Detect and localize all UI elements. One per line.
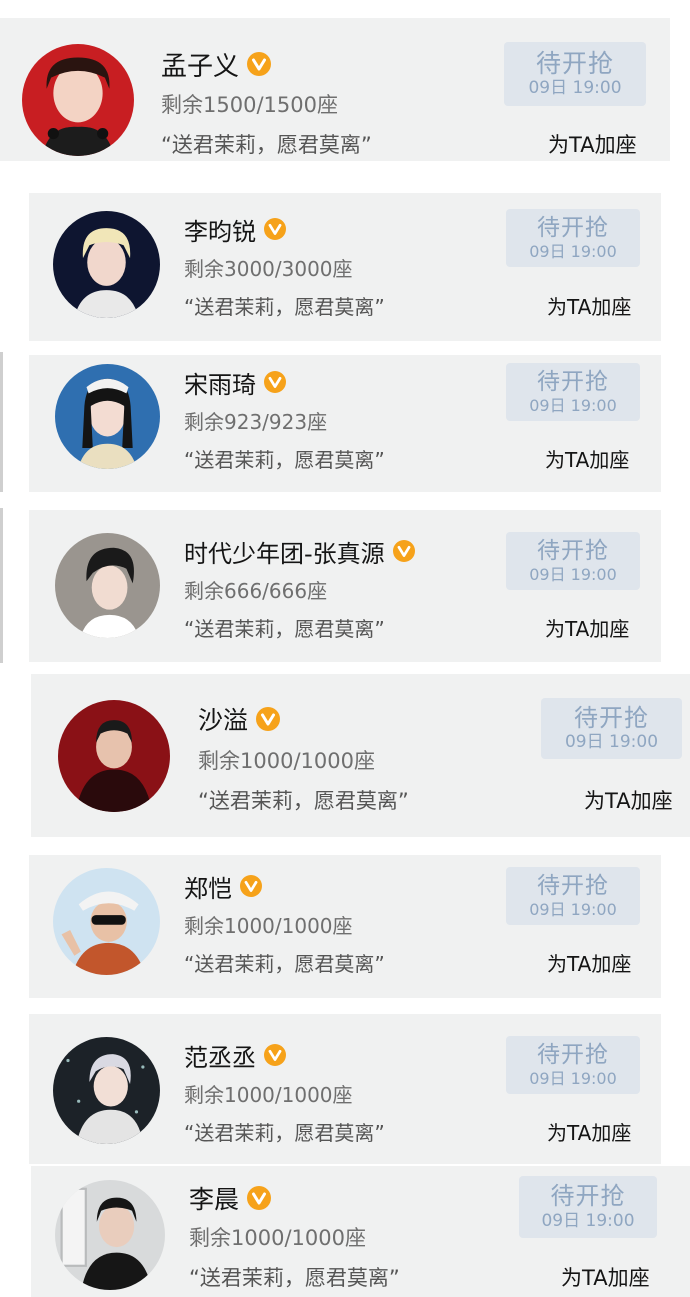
seat-card: 时代少年团-张真源 剩余666/666座 “送君茉莉，愿君莫离” 待开抢 09日… xyxy=(29,510,661,662)
seat-card: 李晨 剩余1000/1000座 “送君茉莉，愿君莫离” 待开抢 09日 19:0… xyxy=(31,1166,690,1297)
add-seat-link[interactable]: 为TA加座 xyxy=(545,613,629,642)
slogan: “送君茉莉，愿君莫离” xyxy=(184,295,385,319)
avatar[interactable] xyxy=(53,1037,160,1144)
button-label: 待开抢 xyxy=(535,48,614,78)
portrait-window-bg-icon xyxy=(55,1180,165,1290)
slogan: “送君茉莉，愿君莫离” xyxy=(184,617,385,641)
button-time: 09日 19:00 xyxy=(541,1210,635,1231)
button-label: 待开抢 xyxy=(537,872,609,899)
verified-badge-icon xyxy=(392,540,415,562)
button-time: 09日 19:00 xyxy=(528,78,622,99)
seat-count: 剩余1000/1000座 xyxy=(198,749,375,773)
slogan: “送君茉莉，愿君莫离” xyxy=(161,133,372,157)
slogan: “送君茉莉，愿君莫离” xyxy=(184,448,385,472)
avatar[interactable] xyxy=(55,1180,165,1290)
button-time: 09日 19:00 xyxy=(529,241,617,261)
name-row: 李昀锐 xyxy=(184,212,286,247)
add-seat-link[interactable]: 为TA加座 xyxy=(561,1262,650,1292)
artist-name[interactable]: 李晨 xyxy=(189,1180,239,1216)
artist-name[interactable]: 范丞丞 xyxy=(184,1038,256,1073)
artist-name[interactable]: 沙溢 xyxy=(198,701,248,737)
add-seat-link[interactable]: 为TA加座 xyxy=(547,291,631,320)
pending-grab-button[interactable]: 待开抢 09日 19:00 xyxy=(506,209,640,267)
portrait-starry-bg-icon xyxy=(53,1037,160,1144)
portrait-red-bg-icon xyxy=(22,44,134,156)
edge-divider xyxy=(0,508,3,663)
button-label: 待开抢 xyxy=(537,1041,609,1068)
pending-grab-button[interactable]: 待开抢 09日 19:00 xyxy=(506,363,640,421)
slogan: “送君茉莉，愿君莫离” xyxy=(184,952,385,976)
seat-count: 剩余1000/1000座 xyxy=(184,914,353,938)
add-seat-link[interactable]: 为TA加座 xyxy=(545,444,629,473)
button-time: 09日 19:00 xyxy=(529,1068,617,1088)
pending-grab-button[interactable]: 待开抢 09日 19:00 xyxy=(541,698,682,759)
add-seat-link[interactable]: 为TA加座 xyxy=(547,948,631,977)
verified-badge-icon xyxy=(240,875,262,897)
name-row: 孟子义 xyxy=(161,46,272,83)
avatar[interactable] xyxy=(58,700,170,812)
slogan: “送君茉莉，愿君莫离” xyxy=(184,1121,385,1145)
artist-name[interactable]: 孟子义 xyxy=(161,46,239,83)
portrait-grey-bg-icon xyxy=(55,533,160,638)
seat-card: 范丞丞 剩余1000/1000座 “送君茉莉，愿君莫离” 待开抢 09日 19:… xyxy=(29,1014,661,1164)
portrait-sunglasses-hat-icon xyxy=(53,868,160,975)
add-seat-link[interactable]: 为TA加座 xyxy=(584,785,673,815)
button-time: 09日 19:00 xyxy=(529,395,617,415)
button-time: 09日 19:00 xyxy=(529,564,617,584)
avatar[interactable] xyxy=(53,211,160,318)
add-seat-link[interactable]: 为TA加座 xyxy=(547,1117,631,1146)
button-label: 待开抢 xyxy=(537,214,609,241)
portrait-blue-bg-icon xyxy=(55,364,160,469)
slogan: “送君茉莉，愿君莫离” xyxy=(198,789,409,813)
seat-count: 剩余666/666座 xyxy=(184,579,328,603)
name-row: 郑恺 xyxy=(184,869,262,904)
avatar[interactable] xyxy=(55,364,160,469)
seat-card: 郑恺 剩余1000/1000座 “送君茉莉，愿君莫离” 待开抢 09日 19:0… xyxy=(29,855,661,998)
artist-name[interactable]: 郑恺 xyxy=(184,869,232,904)
seat-count: 剩余1000/1000座 xyxy=(184,1083,353,1107)
portrait-blond-hair-icon xyxy=(53,211,160,318)
seat-count: 剩余3000/3000座 xyxy=(184,257,353,281)
pending-grab-button[interactable]: 待开抢 09日 19:00 xyxy=(506,1036,640,1094)
name-row: 李晨 xyxy=(189,1180,272,1216)
avatar[interactable] xyxy=(55,533,160,638)
verified-badge-icon xyxy=(264,1044,286,1066)
button-time: 09日 19:00 xyxy=(564,732,659,753)
verified-badge-icon xyxy=(247,1186,272,1210)
pending-grab-button[interactable]: 待开抢 09日 19:00 xyxy=(506,532,640,590)
verified-badge-icon xyxy=(256,707,281,731)
artist-name[interactable]: 李昀锐 xyxy=(184,212,256,247)
avatar[interactable] xyxy=(22,44,134,156)
artist-name[interactable]: 宋雨琦 xyxy=(184,365,256,400)
pending-grab-button[interactable]: 待开抢 09日 19:00 xyxy=(506,867,640,925)
seat-count: 剩余923/923座 xyxy=(184,410,328,434)
button-label: 待开抢 xyxy=(574,703,649,732)
pending-grab-button[interactable]: 待开抢 09日 19:00 xyxy=(504,42,646,106)
pending-grab-button[interactable]: 待开抢 09日 19:00 xyxy=(519,1176,657,1238)
button-label: 待开抢 xyxy=(537,368,609,395)
name-row: 沙溢 xyxy=(198,701,281,737)
avatar[interactable] xyxy=(53,868,160,975)
portrait-dark-red-bg-icon xyxy=(58,700,170,812)
seat-card: 宋雨琦 剩余923/923座 “送君茉莉，愿君莫离” 待开抢 09日 19:00… xyxy=(29,355,661,492)
name-row: 宋雨琦 xyxy=(184,365,286,400)
add-seat-link[interactable]: 为TA加座 xyxy=(548,129,637,159)
slogan: “送君茉莉，愿君莫离” xyxy=(189,1266,400,1290)
button-label: 待开抢 xyxy=(537,537,609,564)
verified-badge-icon xyxy=(264,218,286,240)
seat-count: 剩余1000/1000座 xyxy=(189,1226,366,1250)
seat-card: 李昀锐 剩余3000/3000座 “送君茉莉，愿君莫离” 待开抢 09日 19:… xyxy=(29,193,661,341)
name-row: 时代少年团-张真源 xyxy=(184,534,415,569)
seat-count: 剩余1500/1500座 xyxy=(161,93,338,117)
seat-card: 孟子义 剩余1500/1500座 “送君茉莉，愿君莫离” 待开抢 09日 19:… xyxy=(0,18,670,161)
verified-badge-icon xyxy=(264,371,286,393)
verified-badge-icon xyxy=(247,52,272,76)
button-label: 待开抢 xyxy=(550,1182,626,1211)
seat-card: 沙溢 剩余1000/1000座 “送君茉莉，愿君莫离” 待开抢 09日 19:0… xyxy=(31,674,690,837)
name-row: 范丞丞 xyxy=(184,1038,286,1073)
button-time: 09日 19:00 xyxy=(529,899,617,919)
edge-divider xyxy=(0,352,3,492)
artist-name[interactable]: 时代少年团-张真源 xyxy=(184,534,385,569)
